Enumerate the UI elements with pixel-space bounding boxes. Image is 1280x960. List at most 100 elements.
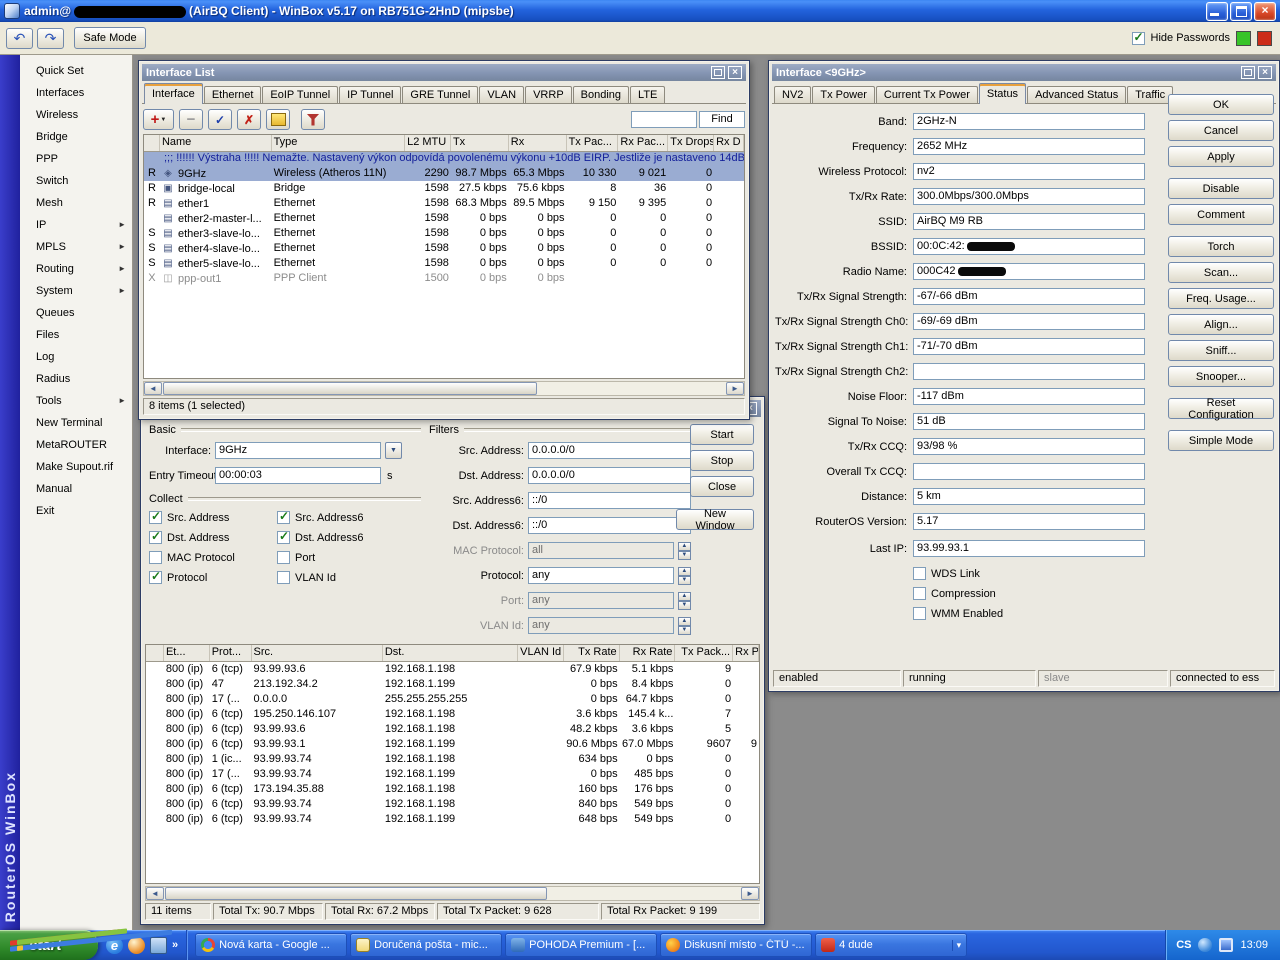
interface-comment-row[interactable]: ;;; !!!!!! Výstraha !!!!! Nemažte. Nasta… <box>144 152 744 166</box>
column-header[interactable]: Tx Drops <box>668 135 714 151</box>
scroll-left-button[interactable]: ◄ <box>146 887 164 900</box>
action-button[interactable]: OK <box>1168 94 1274 115</box>
torch-row[interactable]: 800 (ip) 47 213.192.34.2 192.168.1.199 0… <box>146 677 759 692</box>
window-titlebar[interactable]: admin@(AirBQ Client) - WinBox v5.17 on R… <box>0 0 1280 22</box>
close-button[interactable]: Close <box>690 476 754 497</box>
column-header[interactable]: L2 MTU <box>405 135 451 151</box>
redo-button[interactable]: ↷ <box>37 28 64 49</box>
chevron-down-icon[interactable]: ▾ <box>952 940 962 951</box>
language-indicator[interactable]: CS <box>1176 939 1191 951</box>
minimize-button[interactable] <box>1206 2 1228 21</box>
status-window-titlebar[interactable]: Interface <9GHz> × <box>772 64 1276 81</box>
column-header[interactable]: Rx <box>509 135 567 151</box>
filter-input[interactable]: any <box>528 617 674 634</box>
sidebar-item[interactable]: IP ► <box>20 214 132 236</box>
interface-row[interactable]: R bridge-local Bridge 1598 27.5 kbps 75.… <box>144 181 744 196</box>
tab[interactable]: VLAN <box>479 86 524 103</box>
collect-checkbox[interactable]: Src. Address <box>149 511 277 524</box>
column-header[interactable]: Tx Rate <box>564 645 620 661</box>
action-button[interactable]: Snooper... <box>1168 366 1274 387</box>
tray-network-icon[interactable] <box>1219 938 1233 952</box>
spinner-buttons[interactable]: ▲▼ <box>678 542 691 559</box>
horizontal-scrollbar[interactable]: ◄ ► <box>145 886 760 901</box>
torch-row[interactable]: 800 (ip) 1 (ic... 93.99.93.74 192.168.1.… <box>146 752 759 767</box>
column-header[interactable]: Rx Rate <box>620 645 676 661</box>
tab[interactable]: GRE Tunnel <box>402 86 478 103</box>
column-header[interactable]: Type <box>272 135 406 151</box>
action-button[interactable]: Cancel <box>1168 120 1274 141</box>
interface-row[interactable]: S ether3-slave-lo... Ethernet 1598 0 bps… <box>144 226 744 241</box>
taskbar-window-button[interactable]: Doručená pošta - mic... ▾ <box>350 933 502 957</box>
sidebar-item[interactable]: System ► <box>20 280 132 302</box>
disable-button[interactable]: ✗ <box>237 109 261 130</box>
filter-input[interactable]: any <box>528 567 674 584</box>
column-header[interactable]: Src. <box>252 645 383 661</box>
filter-input[interactable]: ::/0 <box>528 517 691 534</box>
collect-checkbox[interactable]: Protocol <box>149 571 277 584</box>
interface-row[interactable]: S ether5-slave-lo... Ethernet 1598 0 bps… <box>144 256 744 271</box>
taskbar-window-button[interactable]: Diskusní místo - ČTÚ -... ▾ <box>660 933 812 957</box>
sidebar-item[interactable]: Wireless ► <box>20 104 132 126</box>
scrollbar-thumb[interactable] <box>163 382 537 395</box>
sidebar-item[interactable]: Quick Set ► <box>20 60 132 82</box>
restore-icon[interactable] <box>711 66 725 79</box>
status-checkbox[interactable]: Compression <box>913 587 996 600</box>
tab[interactable]: IP Tunnel <box>339 86 401 103</box>
chevron-down-icon[interactable]: ▼ <box>385 442 402 459</box>
taskbar-window-button[interactable]: 4 dude ▾ <box>815 933 967 957</box>
action-button[interactable]: Comment <box>1168 204 1274 225</box>
filter-button[interactable] <box>301 109 325 130</box>
action-button[interactable]: Reset Configuration <box>1168 398 1274 419</box>
find-input[interactable] <box>631 111 697 128</box>
action-button[interactable]: Torch <box>1168 236 1274 257</box>
tab[interactable]: Traffic <box>1127 86 1173 103</box>
start-button[interactable]: start <box>0 930 98 960</box>
tab[interactable]: Status <box>979 83 1026 104</box>
column-header[interactable]: Name <box>160 135 272 151</box>
spinner-buttons[interactable]: ▲▼ <box>678 617 691 634</box>
status-checkbox[interactable]: WDS Link <box>913 567 980 580</box>
action-button[interactable]: Simple Mode <box>1168 430 1274 451</box>
tab[interactable]: Bonding <box>573 86 629 103</box>
sidebar-item[interactable]: Files ► <box>20 324 132 346</box>
hide-passwords-checkbox[interactable] <box>1132 32 1145 45</box>
torch-table-header[interactable]: Et... Prot... Src. Dst. VLAN Id Tx Rate … <box>146 645 759 662</box>
close-icon[interactable]: × <box>728 66 742 79</box>
collect-checkbox[interactable]: Src. Address6 <box>277 511 417 524</box>
filter-input[interactable]: 0.0.0.0/0 <box>528 467 691 484</box>
start-button[interactable]: Start <box>690 424 754 445</box>
column-header[interactable]: Dst. <box>383 645 518 661</box>
taskbar-window-button[interactable]: POHODA Premium - [... ▾ <box>505 933 657 957</box>
sidebar-item[interactable]: PPP ► <box>20 148 132 170</box>
column-header[interactable]: Tx <box>451 135 509 151</box>
interface-list-titlebar[interactable]: Interface List × <box>142 64 746 81</box>
comment-button[interactable] <box>266 109 290 130</box>
torch-row[interactable]: 800 (ip) 17 (... 0.0.0.0 255.255.255.255… <box>146 692 759 707</box>
entry-timeout-input[interactable]: 00:00:03 <box>215 467 381 484</box>
close-icon[interactable]: × <box>1258 66 1272 79</box>
column-header[interactable]: Rx D <box>714 135 744 151</box>
quick-launch-expand-icon[interactable]: » <box>172 939 178 951</box>
safe-mode-button[interactable]: Safe Mode <box>74 27 146 49</box>
torch-row[interactable]: 800 (ip) 6 (tcp) 93.99.93.6 192.168.1.19… <box>146 662 759 677</box>
action-button[interactable]: Scan... <box>1168 262 1274 283</box>
action-button[interactable]: Disable <box>1168 178 1274 199</box>
column-header[interactable]: Et... <box>164 645 210 661</box>
sidebar-item[interactable]: Make Supout.rif ► <box>20 456 132 478</box>
scroll-right-button[interactable]: ► <box>741 887 759 900</box>
add-interface-button[interactable]: +▼ <box>143 109 174 130</box>
sidebar-item[interactable]: Manual ► <box>20 478 132 500</box>
action-button[interactable]: Freq. Usage... <box>1168 288 1274 309</box>
sidebar-item[interactable]: Mesh ► <box>20 192 132 214</box>
scroll-right-button[interactable]: ► <box>726 382 744 395</box>
filter-input[interactable]: any <box>528 592 674 609</box>
tab[interactable]: Ethernet <box>204 86 262 103</box>
interface-row[interactable]: ether2-master-l... Ethernet 1598 0 bps 0… <box>144 211 744 226</box>
column-header[interactable]: Tx Pack... <box>675 645 733 661</box>
tab[interactable]: NV2 <box>774 86 811 103</box>
column-header[interactable]: Prot... <box>210 645 252 661</box>
action-button[interactable]: Sniff... <box>1168 340 1274 361</box>
messenger-icon[interactable] <box>128 937 145 954</box>
column-header[interactable]: Rx P... <box>733 645 759 661</box>
scrollbar-thumb[interactable] <box>165 887 547 900</box>
